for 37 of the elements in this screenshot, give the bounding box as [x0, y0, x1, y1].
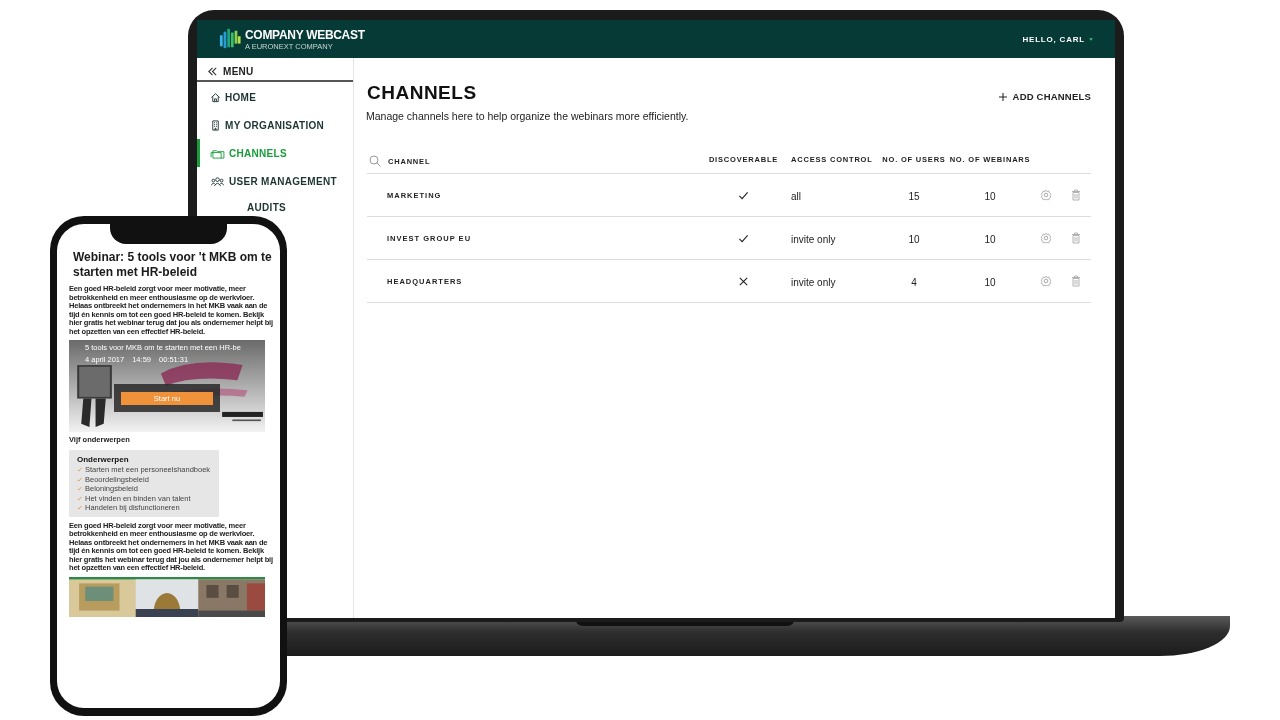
sidebar-item[interactable]: HOME: [197, 83, 353, 111]
table-cell-text: invite only: [791, 234, 837, 245]
table-cell-text: all: [791, 191, 802, 202]
topics-heading: Onderwerpen: [77, 455, 130, 464]
settings-icon[interactable]: [1040, 232, 1052, 244]
trash-icon[interactable]: [1070, 189, 1082, 201]
table-cell-text: 10: [983, 234, 997, 245]
caret-icon: [1089, 37, 1093, 41]
sidebar-item[interactable]: AUDITS: [247, 195, 287, 219]
double-chevron-icon: [207, 65, 218, 77]
logo-icon: [219, 27, 241, 51]
add-channels-button[interactable]: ADD CHANNELS: [998, 91, 1091, 102]
sidebar-item[interactable]: USER MANAGEMENT: [197, 167, 353, 195]
plus-icon: [998, 92, 1007, 101]
table-cell-text: 4: [910, 277, 918, 288]
table-cell-text: 10: [907, 234, 921, 245]
sidebar-item[interactable]: MY ORGANISATION: [197, 111, 353, 139]
settings-icon[interactable]: [1040, 275, 1052, 287]
settings-icon[interactable]: [1040, 189, 1052, 201]
page-title: CHANNELS: [367, 82, 478, 104]
article-title: Webinar: 5 tools voor 't MKB om te starten met HR-beleid: [73, 250, 273, 280]
table-cell-text: 10: [983, 191, 997, 202]
table-cell-text: 10: [983, 277, 997, 288]
home-icon: [210, 91, 221, 103]
page-subtitle: Manage channels here to help organize the webinars more efficiently.: [366, 110, 689, 122]
brand-name: COMPANY WEBCAST: [245, 27, 365, 42]
menu-toggle[interactable]: MENU: [197, 62, 353, 82]
users-icon: [210, 175, 225, 187]
table-cell-text: 15: [907, 191, 921, 202]
trash-icon[interactable]: [1070, 275, 1082, 287]
trash-icon[interactable]: [1070, 232, 1082, 244]
folder-icon: [210, 147, 225, 159]
table-cell-text: invite only: [791, 277, 837, 288]
building-icon: [210, 119, 221, 131]
user-menu[interactable]: HELLO, CARL: [1022, 34, 1093, 44]
search-icon[interactable]: [369, 155, 381, 167]
sidebar-item[interactable]: CHANNELS: [197, 139, 353, 167]
